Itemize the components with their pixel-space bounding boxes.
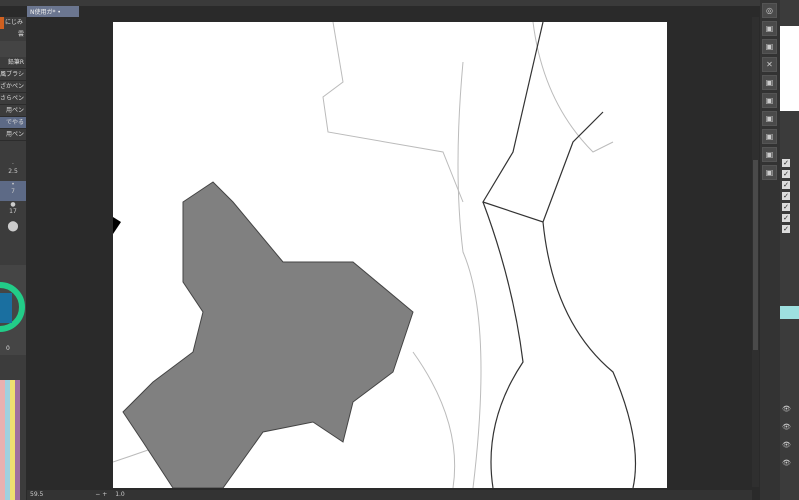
layer-panel: ✓ ✓ ✓ ✓ ✓ ✓ ✓ 👁 👁 👁 👁 xyxy=(780,0,799,500)
panel-header xyxy=(0,41,26,57)
checkbox[interactable]: ✓ xyxy=(782,203,790,211)
layer-visibility: 👁 👁 👁 👁 xyxy=(782,400,791,472)
scrollbar-thumb[interactable] xyxy=(753,160,758,350)
color-value: 0 xyxy=(6,345,10,352)
checkbox[interactable]: ✓ xyxy=(782,159,790,167)
tool-item[interactable]: 用ペン xyxy=(0,129,26,141)
eye-icon[interactable]: 👁 xyxy=(782,454,791,472)
brush-size[interactable]: ● 17 xyxy=(0,201,26,221)
panel-icon-column: ◎ ▣ ▣ ✕ ▣ ▣ ▣ ▣ ▣ ▣ xyxy=(760,0,780,500)
tool-item[interactable]: 鉛筆R xyxy=(0,57,26,69)
subtool-tab[interactable]: 雲 xyxy=(0,29,26,41)
drawing-canvas[interactable] xyxy=(113,22,667,488)
subtool-tabs: にじみ xyxy=(0,17,26,29)
angle-value[interactable]: 1.0 xyxy=(115,491,125,498)
checkbox[interactable]: ✓ xyxy=(782,225,790,233)
left-panel: にじみ 雲 鉛筆R 風ブラシ ざかペン さらペン 用ペン でやる 用ペン · 2.… xyxy=(0,17,26,500)
brush-tab-icon xyxy=(0,17,4,29)
panel-icon[interactable]: ▣ xyxy=(762,75,777,90)
selected-layer[interactable] xyxy=(780,306,799,319)
color-wheel-panel[interactable]: 0 xyxy=(0,265,26,355)
eye-icon[interactable]: 👁 xyxy=(782,400,791,418)
tool-item[interactable]: さらペン xyxy=(0,93,26,105)
panel-icon[interactable]: ✕ xyxy=(762,57,777,72)
layer-checks: ✓ ✓ ✓ ✓ ✓ ✓ ✓ xyxy=(780,159,799,233)
panel-header xyxy=(780,111,799,156)
eye-icon[interactable]: 👁 xyxy=(782,418,791,436)
checkbox[interactable]: ✓ xyxy=(782,181,790,189)
panel-icon[interactable]: ▣ xyxy=(762,93,777,108)
brush-size-label: 17 xyxy=(9,208,17,215)
checkbox[interactable]: ✓ xyxy=(782,192,790,200)
checkbox[interactable]: ✓ xyxy=(782,214,790,222)
brush-size[interactable]: · 2.5 xyxy=(0,161,26,181)
panel-icon[interactable]: ▣ xyxy=(762,39,777,54)
eye-icon[interactable]: 👁 xyxy=(782,436,791,454)
document-tab[interactable]: N使用ガ* • xyxy=(27,6,79,17)
panel-icon[interactable]: ▣ xyxy=(762,147,777,162)
zoom-value[interactable]: 59.5 xyxy=(30,491,43,498)
navigator-icon[interactable]: ◎ xyxy=(762,3,777,18)
tool-list: 鉛筆R 風ブラシ ざかペン さらペン 用ペン でやる 用ペン xyxy=(0,57,26,141)
panel-icon[interactable]: ▣ xyxy=(762,21,777,36)
brush-size-label: 7 xyxy=(11,188,15,195)
brush-size[interactable]: ⬤ xyxy=(0,221,26,241)
panel-icon[interactable]: ▣ xyxy=(762,129,777,144)
panel-icon[interactable]: ▣ xyxy=(762,111,777,126)
brush-size-selected[interactable]: • 7 xyxy=(0,181,26,201)
panel-header xyxy=(780,0,799,26)
brush-size-list: · 2.5 • 7 ● 17 ⬤ xyxy=(0,161,26,241)
status-bar: 59.5 − + 1.0 xyxy=(27,490,752,500)
zoom-out-button[interactable]: − xyxy=(95,491,100,498)
color-wheel[interactable] xyxy=(0,265,26,355)
tool-item[interactable]: 用ペン xyxy=(0,105,26,117)
color-palette[interactable] xyxy=(0,380,20,500)
tool-item[interactable]: ざかペン xyxy=(0,81,26,93)
checkbox[interactable]: ✓ xyxy=(782,170,790,178)
subtool-tab[interactable]: にじみ xyxy=(5,17,23,29)
artwork xyxy=(113,22,637,488)
panel-icon[interactable]: ▣ xyxy=(762,165,777,180)
navigator-thumbnail[interactable] xyxy=(780,26,799,111)
top-toolbar xyxy=(0,0,799,6)
brush-size-label: 2.5 xyxy=(8,168,18,175)
tool-item-selected[interactable]: でやる xyxy=(0,117,26,129)
tool-actions xyxy=(0,141,26,161)
zoom-in-button[interactable]: + xyxy=(102,491,107,498)
document-tab-label: N使用ガ* xyxy=(30,9,56,16)
tool-item[interactable]: 風ブラシ xyxy=(0,69,26,81)
